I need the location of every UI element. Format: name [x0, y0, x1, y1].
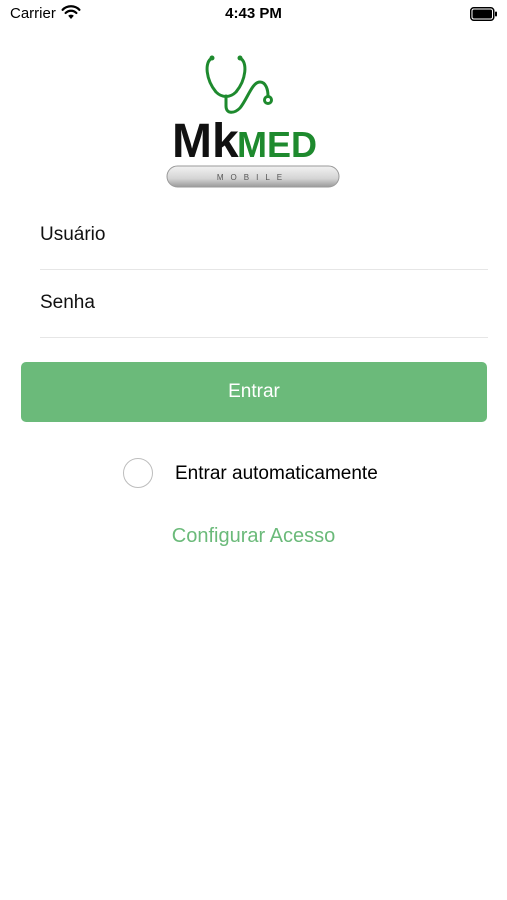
- logo-text-mk: Mk: [172, 115, 239, 168]
- logo-subtitle: MOBILE: [217, 173, 289, 182]
- logo-text-med: MED: [237, 124, 317, 165]
- app-logo: Mk MED MOBILE: [166, 55, 340, 188]
- auto-login-label: Entrar automaticamente: [175, 463, 378, 484]
- battery-full-icon: [470, 7, 497, 21]
- login-button-label: Entrar: [228, 381, 280, 402]
- login-button[interactable]: Entrar: [21, 362, 487, 422]
- password-field-container: [40, 269, 488, 338]
- auto-login-row[interactable]: Entrar automaticamente: [123, 458, 423, 491]
- configure-access-link[interactable]: Configurar Acesso: [0, 525, 507, 548]
- stethoscope-icon: [205, 56, 270, 114]
- status-bar: Carrier 4:43 PM: [0, 0, 507, 28]
- password-input[interactable]: [40, 269, 488, 337]
- status-time: 4:43 PM: [225, 5, 282, 22]
- auto-login-checkbox[interactable]: [123, 458, 153, 488]
- username-input[interactable]: [40, 201, 488, 269]
- username-field-container: [40, 201, 488, 270]
